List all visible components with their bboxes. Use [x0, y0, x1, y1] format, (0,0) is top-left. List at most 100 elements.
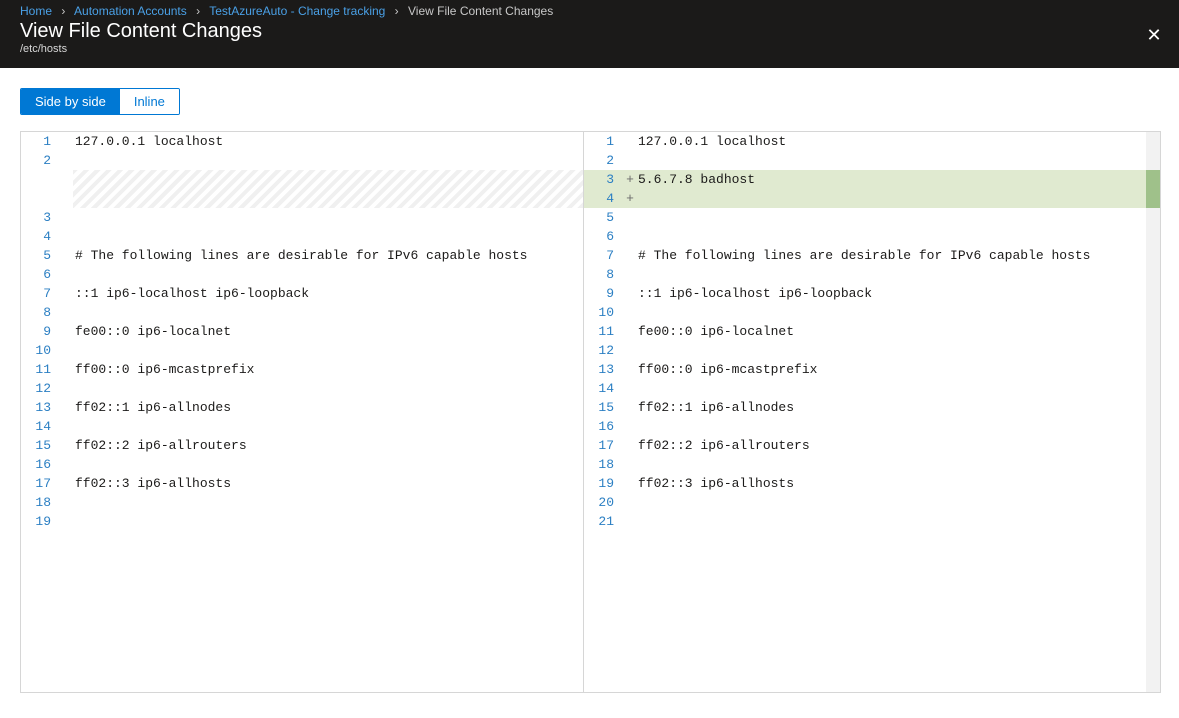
line-content	[636, 417, 1146, 436]
page-title: View File Content Changes	[0, 18, 1179, 43]
line-content: ff00::0 ip6-mcastprefix	[73, 360, 583, 379]
content-area: Side by side Inline 1 127.0.0.1 localhost…	[0, 68, 1179, 693]
line-number: 5	[584, 208, 624, 227]
line-number: 6	[584, 227, 624, 246]
change-marker	[61, 493, 73, 512]
line-number: 2	[584, 151, 624, 170]
change-marker	[624, 322, 636, 341]
line-content	[73, 303, 583, 322]
line-number: 14	[584, 379, 624, 398]
line-content: fe00::0 ip6-localnet	[636, 322, 1146, 341]
line-content	[73, 341, 583, 360]
code-line: 19 ff02::3 ip6-allhosts	[584, 474, 1146, 493]
code-line: 10	[21, 341, 583, 360]
diff-pane-modified[interactable]: 1127.0.0.1 localhost23+5.6.7.8 badhost4+…	[583, 132, 1146, 692]
line-number: 13	[584, 360, 624, 379]
line-number: 15	[21, 436, 61, 455]
line-content	[636, 227, 1146, 246]
line-number: 15	[584, 398, 624, 417]
change-marker	[61, 360, 73, 379]
line-content: ff02::3 ip6-allhosts	[636, 474, 1146, 493]
line-content	[73, 493, 583, 512]
code-line: 14	[584, 379, 1146, 398]
chevron-right-icon: ›	[55, 4, 71, 18]
line-number: 1	[21, 132, 61, 151]
tab-inline[interactable]: Inline	[120, 89, 179, 114]
change-marker	[61, 303, 73, 322]
change-marker	[624, 132, 636, 151]
line-content	[636, 379, 1146, 398]
breadcrumb: Home › Automation Accounts › TestAzureAu…	[0, 0, 1179, 18]
code-line: 6	[21, 265, 583, 284]
change-marker	[624, 455, 636, 474]
line-number: 16	[21, 455, 61, 474]
code-line: 3	[21, 208, 583, 227]
line-content: # The following lines are desirable for …	[73, 246, 583, 265]
line-number: 11	[21, 360, 61, 379]
line-content	[636, 208, 1146, 227]
line-content: ff00::0 ip6-mcastprefix	[636, 360, 1146, 379]
code-line: 2	[21, 151, 583, 170]
change-marker	[624, 417, 636, 436]
code-line: 3+5.6.7.8 badhost	[584, 170, 1146, 189]
line-number: 4	[21, 227, 61, 246]
breadcrumb-resource[interactable]: TestAzureAuto - Change tracking	[209, 4, 385, 18]
line-content	[73, 151, 583, 170]
line-number: 14	[21, 417, 61, 436]
code-line: 15ff02::1 ip6-allnodes	[584, 398, 1146, 417]
change-marker	[61, 379, 73, 398]
close-icon[interactable]: ✕	[1143, 24, 1165, 46]
change-marker	[61, 208, 73, 227]
line-content: 5.6.7.8 badhost	[636, 170, 1146, 189]
diff-pane-original[interactable]: 1 127.0.0.1 localhost2 345 # The following …	[21, 132, 583, 692]
line-content: ff02::1 ip6-allnodes	[73, 398, 583, 417]
code-line: 14	[21, 417, 583, 436]
change-marker	[624, 360, 636, 379]
change-marker	[61, 151, 73, 170]
line-content	[636, 303, 1146, 322]
change-marker	[61, 284, 73, 303]
code-line: 10	[584, 303, 1146, 322]
change-marker	[624, 151, 636, 170]
line-content: ff02::2 ip6-allrouters	[636, 436, 1146, 455]
code-line: 8	[21, 303, 583, 322]
line-number: 12	[21, 379, 61, 398]
line-number: 9	[584, 284, 624, 303]
code-line: 13 ff02::1 ip6-allnodes	[21, 398, 583, 417]
chevron-right-icon: ›	[389, 4, 405, 18]
breadcrumb-automation-accounts[interactable]: Automation Accounts	[74, 4, 187, 18]
change-marker	[624, 284, 636, 303]
line-content	[636, 493, 1146, 512]
chevron-right-icon: ›	[190, 4, 206, 18]
page-subtitle: /etc/hosts	[0, 43, 1179, 55]
change-marker	[61, 227, 73, 246]
line-content: 127.0.0.1 localhost	[73, 132, 583, 151]
line-number: 7	[21, 284, 61, 303]
code-line: 16	[21, 455, 583, 474]
code-line: 4	[21, 227, 583, 246]
line-number: 10	[21, 341, 61, 360]
code-line: 2	[584, 151, 1146, 170]
line-content	[73, 227, 583, 246]
line-number: 13	[21, 398, 61, 417]
change-marker	[624, 246, 636, 265]
breadcrumb-home[interactable]: Home	[20, 4, 52, 18]
change-marker	[61, 265, 73, 284]
line-content: fe00::0 ip6-localnet	[73, 322, 583, 341]
line-number: 19	[584, 474, 624, 493]
line-content	[73, 379, 583, 398]
line-content	[73, 512, 583, 531]
line-number: 20	[584, 493, 624, 512]
line-number: 7	[584, 246, 624, 265]
change-marker	[61, 417, 73, 436]
overview-ruler[interactable]	[1146, 132, 1160, 692]
change-marker	[624, 303, 636, 322]
line-number: 3	[21, 208, 61, 227]
line-content	[636, 265, 1146, 284]
line-number: 16	[584, 417, 624, 436]
tab-side-by-side[interactable]: Side by side	[21, 89, 120, 114]
change-marker	[624, 512, 636, 531]
code-line: 4+	[584, 189, 1146, 208]
line-content	[73, 417, 583, 436]
line-number: 5	[21, 246, 61, 265]
